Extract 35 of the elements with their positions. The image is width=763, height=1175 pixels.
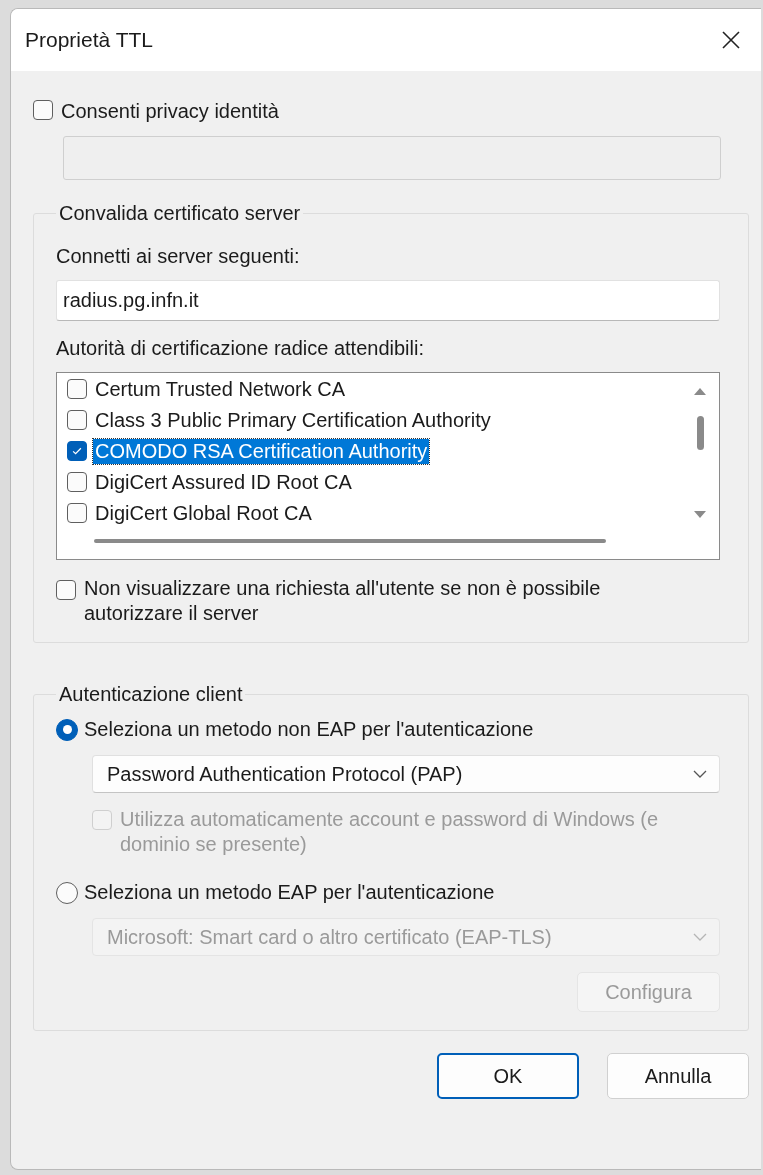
field-label: Autorità di certificazione radice attendibili: (56, 337, 425, 360)
checkbox[interactable] (67, 379, 87, 399)
radio-button[interactable] (56, 881, 78, 904)
checkbox[interactable] (67, 503, 87, 523)
scroll-down-icon[interactable] (693, 510, 707, 520)
chevron-down-icon (693, 933, 707, 941)
field-label: Connetti ai server seguenti: (56, 245, 301, 268)
window-title: Proprietà TTL (25, 28, 153, 52)
checkbox-label: DigiCert Global Root CA (94, 501, 313, 526)
dialog-button[interactable]: Annulla (607, 1053, 749, 1099)
radio-label: Seleziona un metodo EAP per l'autenticazione (84, 881, 495, 904)
dialog-button[interactable]: OK (437, 1053, 579, 1099)
checkbox-label: Consenti privacy identità (60, 99, 280, 124)
server-field[interactable]: radius.pg.infn.it (56, 280, 720, 321)
checkbox-label: Class 3 Public Primary Certification Authority (94, 408, 492, 433)
checkbox-label: Utilizza automaticamente account e password di Windows (e dominio se presente) (119, 807, 660, 857)
scroll-thumb[interactable] (697, 416, 704, 450)
horizontal-scrollbar[interactable] (94, 539, 606, 543)
group-title: Autenticazione client (58, 683, 244, 706)
checkbox-label: COMODO RSA Certification Authority (93, 439, 430, 464)
checkbox[interactable] (67, 441, 87, 461)
close-icon[interactable] (721, 30, 741, 50)
chevron-down-icon (693, 770, 707, 778)
radio-label: Seleziona un metodo non EAP per l'autenticazione (84, 718, 534, 741)
checkbox-label: Certum Trusted Network CA (94, 377, 347, 402)
checkbox[interactable] (67, 472, 87, 492)
checkbox[interactable] (33, 100, 53, 120)
radio-button[interactable] (56, 718, 78, 741)
dropdown[interactable]: Password Authentication Protocol (PAP) (92, 755, 720, 793)
group-title: Convalida certificato server (58, 202, 302, 225)
scroll-up-icon[interactable] (693, 386, 707, 396)
checkbox[interactable] (67, 410, 87, 430)
checkbox-label: DigiCert Assured ID Root CA (94, 470, 353, 495)
checkbox[interactable] (56, 580, 76, 600)
checkbox-label: Non visualizzare una richiesta all'utente se non è possibile autorizzare il server (83, 576, 602, 626)
